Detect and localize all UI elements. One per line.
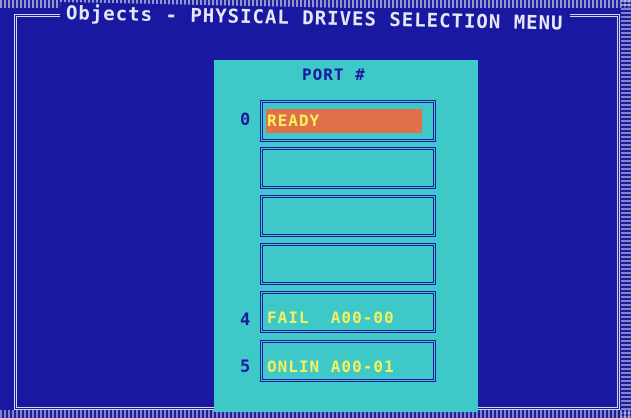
drive-status-4: FAIL A00-00 <box>267 308 395 327</box>
drive-slot-0[interactable]: READY <box>260 100 436 142</box>
port-selection-panel: PORT # 0 READY 4 FAIL A00-00 5 ONLIN A00… <box>214 60 478 412</box>
drive-slot-4[interactable]: FAIL A00-00 <box>260 291 436 333</box>
port-number-0: 0 <box>240 110 251 130</box>
bezel-right-edge <box>621 0 631 418</box>
drive-slot-3[interactable] <box>260 243 436 285</box>
drive-status-0: READY <box>267 111 321 130</box>
drive-slot-2[interactable] <box>260 195 436 237</box>
port-header: PORT # <box>302 65 366 84</box>
port-number-5: 5 <box>240 357 251 377</box>
bios-screen: Objects - PHYSICAL DRIVES SELECTION MENU… <box>0 0 631 418</box>
drive-slot-1[interactable] <box>260 147 436 189</box>
drive-slot-5[interactable]: ONLIN A00-01 <box>260 340 436 382</box>
port-number-4: 4 <box>240 310 251 330</box>
drive-status-5: ONLIN A00-01 <box>267 357 395 376</box>
